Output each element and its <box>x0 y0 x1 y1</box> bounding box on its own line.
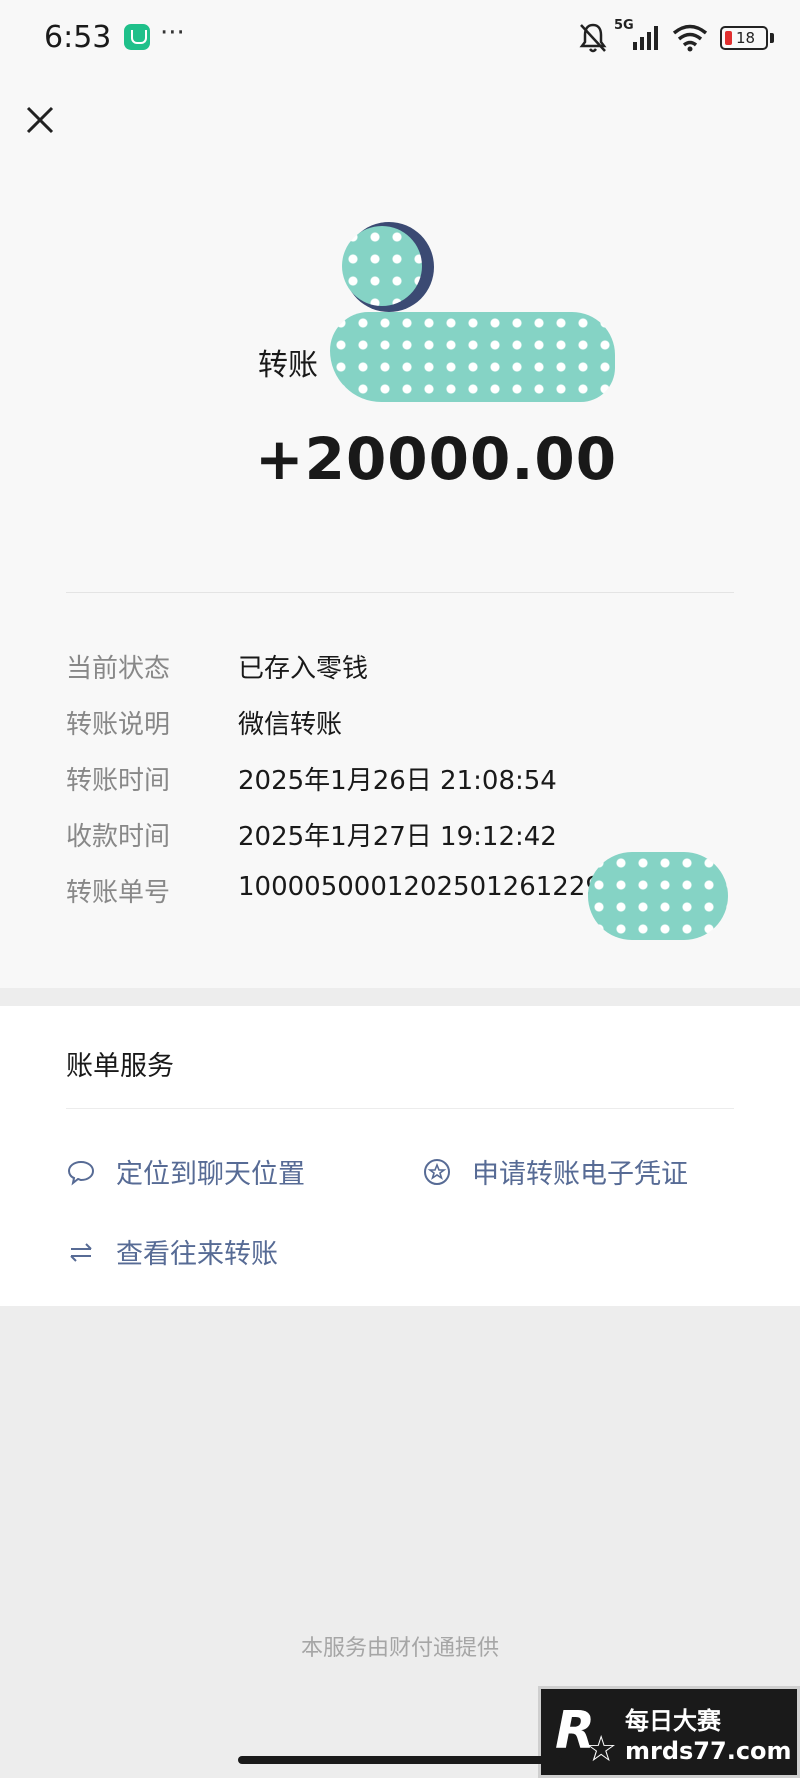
detail-label: 转账说明 <box>66 710 171 740</box>
battery-tip <box>770 33 774 43</box>
detail-value: 2025年1月27日 19:12:42 <box>238 822 557 852</box>
detail-label: 转账单号 <box>66 878 171 908</box>
detail-value: 微信转账 <box>238 710 343 740</box>
status-time: 6:53 <box>44 20 112 55</box>
cellular-signal-icon <box>633 26 658 50</box>
transfer-amount: +20000.00 <box>255 425 618 493</box>
divider <box>66 592 734 593</box>
transaction-id[interactable]: 1000050001202501261229 <box>238 872 602 902</box>
transaction-id-redaction-mask <box>588 852 728 940</box>
bill-services-panel: 账单服务 定位到聊天位置 申请转账电子凭证 查看往来转账 <box>0 1006 800 1306</box>
locate-chat-link[interactable]: 定位到聊天位置 <box>66 1152 305 1191</box>
network-type-label: 5G <box>614 18 634 33</box>
detail-label: 当前状态 <box>66 654 171 684</box>
watermark-url: mrds77.com <box>625 1737 792 1765</box>
watermark-logo: R ☆ 每日大赛 mrds77.com <box>538 1686 800 1778</box>
view-transfers-label: 查看往来转账 <box>116 1239 278 1270</box>
detail-value: 2025年1月26日 21:08:54 <box>238 766 557 796</box>
battery-level: 18 <box>736 29 756 47</box>
divider <box>66 1108 734 1109</box>
exchange-arrows-icon <box>70 1242 92 1262</box>
wifi-icon <box>672 24 708 52</box>
apply-voucher-label: 申请转账电子凭证 <box>472 1159 688 1190</box>
services-title: 账单服务 <box>66 1051 174 1082</box>
name-redaction-mask <box>330 312 615 402</box>
service-provider-footer: 本服务由财付通提供 <box>300 1636 499 1661</box>
star-icon: ☆ <box>585 1729 618 1770</box>
locate-chat-label: 定位到聊天位置 <box>116 1159 305 1190</box>
detail-label: 收款时间 <box>66 822 171 852</box>
close-button[interactable] <box>20 100 60 140</box>
apply-voucher-link[interactable]: 申请转账电子凭证 <box>422 1152 688 1191</box>
star-badge-icon <box>424 1158 450 1185</box>
view-transfers-link[interactable]: 查看往来转账 <box>66 1232 278 1271</box>
more-notifications-icon: ··· <box>160 18 185 48</box>
status-bar: 6:53 ··· 5G 18 <box>0 0 800 78</box>
bell-off-icon <box>579 23 607 53</box>
detail-label: 转账时间 <box>66 766 171 796</box>
avatar-redaction-mask <box>342 226 422 306</box>
watermark-title: 每日大赛 <box>625 1707 721 1735</box>
app-notification-icon <box>124 24 150 50</box>
battery-icon: 18 <box>720 26 768 50</box>
payer-name-label: 转账 <box>258 348 318 383</box>
home-indicator[interactable] <box>238 1756 562 1764</box>
chat-bubble-icon <box>67 1160 95 1185</box>
detail-value: 已存入零钱 <box>238 654 369 684</box>
